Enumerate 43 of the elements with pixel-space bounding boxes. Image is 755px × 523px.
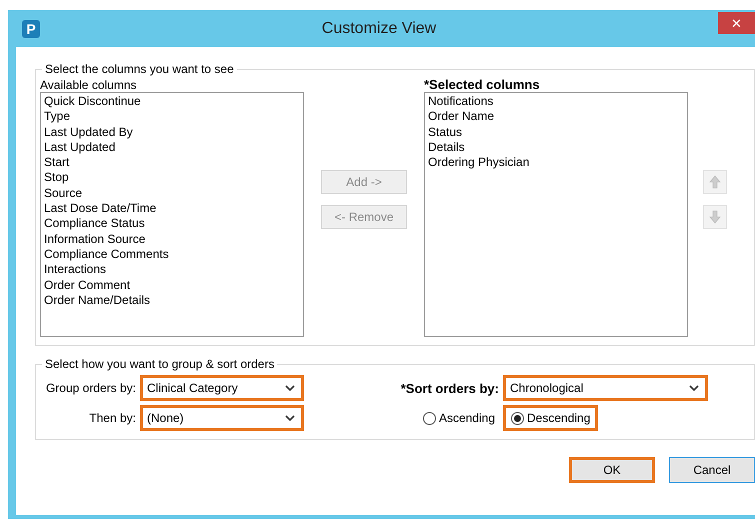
group-title: Select the columns you want to see — [44, 62, 235, 76]
list-item[interactable]: Stop — [44, 170, 300, 186]
list-item[interactable]: Source — [44, 186, 300, 202]
list-item[interactable]: Interactions — [44, 262, 300, 278]
cancel-button[interactable]: Cancel — [669, 457, 755, 483]
dropdown[interactable]: Chronological — [503, 375, 708, 401]
arrow-down-icon — [709, 210, 721, 224]
list-box[interactable]: Notifications Order Name Status Details Ordering Physician — [424, 92, 688, 337]
list-item[interactable]: Order Name/Details — [44, 292, 300, 308]
group-title: Select how you want to group & sort orders — [44, 357, 276, 371]
list-label: *Selected columns — [424, 78, 541, 92]
ok-button[interactable]: OK — [569, 457, 655, 483]
list-item[interactable]: Last Updated — [44, 140, 300, 156]
chevron-down-icon — [285, 414, 295, 422]
radio-button[interactable]: Descending — [503, 405, 598, 431]
list-item[interactable]: Type — [44, 109, 300, 125]
list-item[interactable]: Last Dose Date/Time — [44, 201, 300, 216]
field-label: Then by: — [88, 411, 137, 425]
app-logo-icon: P — [22, 20, 40, 38]
field-label: Group orders by: — [44, 381, 137, 395]
chevron-down-icon — [285, 384, 295, 392]
list-item[interactable]: Order Name — [428, 109, 684, 125]
list-item[interactable]: Information Source — [44, 232, 300, 247]
list-item[interactable]: Status — [428, 124, 684, 140]
list-item[interactable]: Notifications — [428, 94, 684, 110]
list-item[interactable]: Start — [44, 155, 300, 170]
window-title: Customize View — [320, 20, 438, 38]
field-label: *Sort orders by: — [400, 380, 500, 396]
list-item[interactable]: Quick Discontinue — [44, 94, 300, 110]
list-item[interactable]: Order Comment — [44, 278, 300, 293]
arrow-up-icon — [709, 175, 721, 189]
list-item[interactable]: Compliance Comments — [44, 246, 300, 262]
dropdown[interactable]: (None) — [140, 405, 304, 431]
dropdown[interactable]: Clinical Category — [140, 375, 304, 401]
list-item[interactable]: Ordering Physician — [428, 155, 684, 170]
list-label: Available columns — [40, 78, 138, 92]
chevron-down-icon — [689, 384, 699, 392]
list-item[interactable]: Last Updated By — [44, 124, 300, 140]
radio-button[interactable]: Ascending — [414, 405, 503, 431]
close-button[interactable]: ✕ — [718, 12, 755, 34]
list-item[interactable]: Compliance Status — [44, 216, 300, 232]
list-item[interactable]: Details — [428, 140, 684, 156]
list-box[interactable]: Quick Discontinue Type Last Updated By Last Updated Start Stop Source Last Dose Date/Time Compliance Status Information Source Compliance Comments Interactions Order Comment Order Name/Details — [40, 92, 304, 337]
